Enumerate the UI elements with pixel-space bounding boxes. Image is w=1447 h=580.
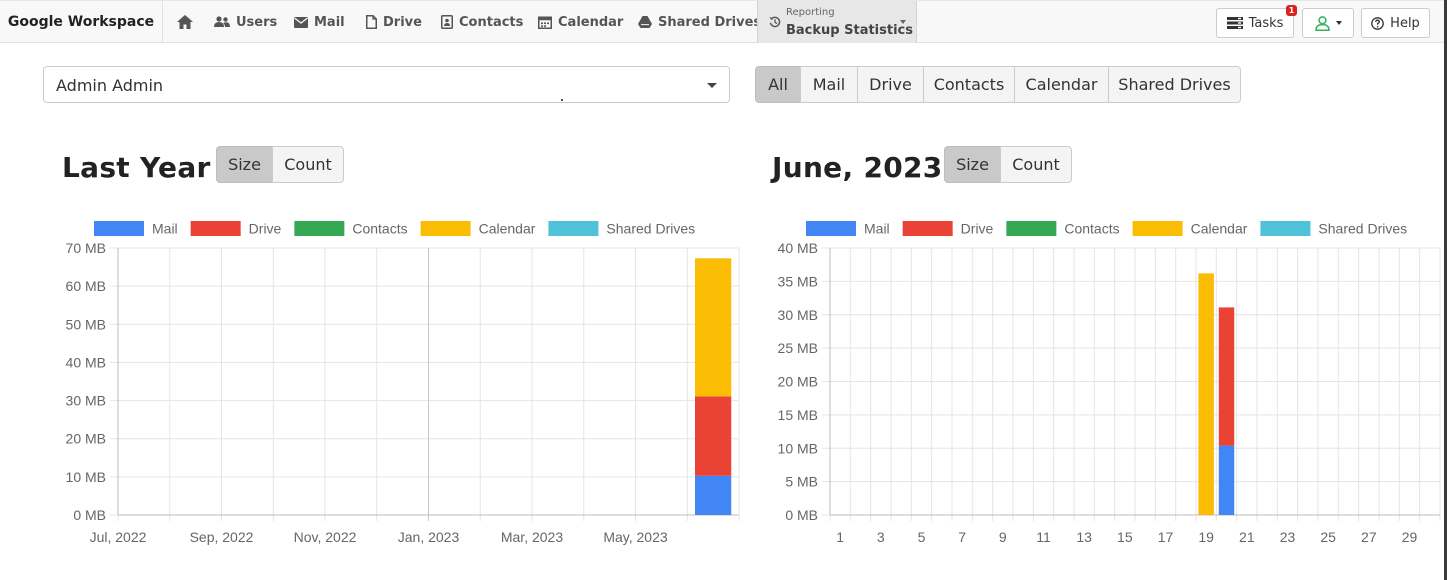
bar-segment-drive xyxy=(1218,307,1235,446)
x-tick-label: 27 xyxy=(1361,529,1377,545)
legend-swatch-mail xyxy=(806,221,856,236)
y-tick-label: 35 MB xyxy=(778,273,818,289)
legend-swatch-contacts xyxy=(1006,221,1057,236)
x-tick-label: 21 xyxy=(1239,529,1255,545)
y-tick-label: 20 MB xyxy=(778,374,818,390)
x-tick-label: 23 xyxy=(1280,529,1296,545)
bar-segment-calendar xyxy=(1198,273,1214,515)
x-tick-label: 3 xyxy=(877,529,885,545)
month-chart: Mail Drive Contacts Calendar Shared Drives 0 … xyxy=(778,221,1441,545)
legend-swatch-calendar xyxy=(1132,221,1183,236)
y-tick-label: 0 MB xyxy=(785,507,818,523)
legend-label: Drive xyxy=(961,221,994,237)
x-tick-label: 7 xyxy=(958,529,966,545)
x-tick-label: 1 xyxy=(836,529,844,545)
y-tick-label: 10 MB xyxy=(778,440,818,456)
legend-label: Calendar xyxy=(1191,221,1248,237)
legend-label: Shared Drives xyxy=(1318,221,1407,237)
y-tick-label: 25 MB xyxy=(778,340,818,356)
legend-label: Mail xyxy=(864,221,890,237)
legend-swatch-shared-drives xyxy=(1260,221,1311,236)
x-tick-label: 13 xyxy=(1076,529,1092,545)
y-tick-label: 15 MB xyxy=(778,407,818,423)
x-tick-label: 5 xyxy=(918,529,926,545)
x-tick-label: 29 xyxy=(1402,529,1418,545)
x-tick-label: 9 xyxy=(999,529,1007,545)
y-tick-label: 5 MB xyxy=(785,474,818,490)
y-tick-label: 30 MB xyxy=(778,307,818,323)
x-tick-label: 17 xyxy=(1158,529,1174,545)
legend-swatch-drive xyxy=(902,221,953,236)
x-tick-label: 15 xyxy=(1117,529,1133,545)
x-tick-label: 11 xyxy=(1036,529,1051,545)
x-tick-label: 19 xyxy=(1198,529,1214,545)
y-tick-label: 40 MB xyxy=(778,240,818,256)
legend-label: Contacts xyxy=(1064,221,1119,237)
bar-segment-mail xyxy=(1218,445,1235,515)
x-tick-label: 25 xyxy=(1320,529,1336,545)
